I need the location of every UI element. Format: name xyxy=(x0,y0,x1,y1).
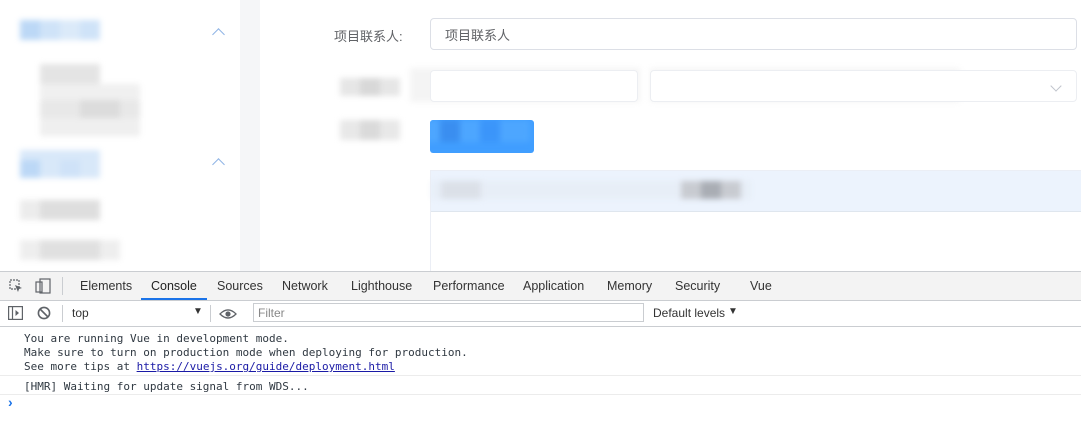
message-divider xyxy=(0,375,1081,376)
log-levels-dropdown[interactable]: Default levels xyxy=(653,306,725,320)
toolbar-divider xyxy=(210,305,211,322)
data-table xyxy=(430,170,1081,271)
tab-network[interactable]: Network xyxy=(282,272,328,300)
tab-elements[interactable]: Elements xyxy=(80,272,132,300)
contact-input-value: 项目联系人 xyxy=(445,27,511,43)
console-message: Make sure to turn on production mode whe… xyxy=(24,346,468,359)
filter-input[interactable]: Filter xyxy=(253,303,644,322)
message-divider xyxy=(0,394,1081,395)
filter-placeholder: Filter xyxy=(258,306,285,320)
tab-memory[interactable]: Memory xyxy=(607,272,652,300)
console-message: [HMR] Waiting for update signal from WDS… xyxy=(24,380,309,393)
toolbar-divider xyxy=(62,305,63,322)
console-message: See more tips at https://vuejs.org/guide… xyxy=(24,360,395,373)
device-toolbar-icon[interactable] xyxy=(35,278,51,294)
sidebar xyxy=(0,0,240,271)
devtools-panel: Elements Console Sources Network Lightho… xyxy=(0,271,1081,442)
chevron-up-icon[interactable] xyxy=(212,28,225,41)
eye-icon[interactable] xyxy=(219,307,237,319)
tab-security[interactable]: Security xyxy=(675,272,720,300)
obscured-select-1[interactable] xyxy=(430,70,638,102)
main-form: 项目联系人: 项目联系人 xyxy=(260,0,1081,271)
toolbar-divider xyxy=(62,277,63,295)
console-toolbar: top ▼ Filter Default levels ▼ xyxy=(0,301,1081,327)
primary-button[interactable] xyxy=(430,120,534,153)
inspect-element-icon[interactable] xyxy=(9,279,23,293)
caret-down-icon[interactable]: ▼ xyxy=(728,306,738,317)
tab-application[interactable]: Application xyxy=(523,272,584,300)
caret-down-icon[interactable]: ▼ xyxy=(193,306,203,317)
deployment-link[interactable]: https://vuejs.org/guide/deployment.html xyxy=(137,360,395,373)
context-selector-value[interactable]: top xyxy=(72,306,89,320)
contact-label: 项目联系人: xyxy=(334,29,403,44)
obscured-select-2[interactable] xyxy=(650,70,1077,102)
console-messages: You are running Vue in development mode.… xyxy=(0,327,1081,442)
show-sidebar-icon[interactable] xyxy=(8,306,24,321)
clear-console-icon[interactable] xyxy=(37,306,51,320)
contact-input[interactable]: 项目联系人 xyxy=(430,18,1077,50)
tab-console[interactable]: Console xyxy=(141,272,207,300)
tab-sources[interactable]: Sources xyxy=(217,272,263,300)
tab-vue[interactable]: Vue xyxy=(750,272,772,300)
table-header xyxy=(431,171,1081,212)
sidebar-divider xyxy=(240,0,260,271)
console-message: You are running Vue in development mode. xyxy=(24,332,289,345)
chevron-down-icon xyxy=(1050,80,1062,92)
console-prompt-icon[interactable]: › xyxy=(8,394,13,410)
tab-lighthouse[interactable]: Lighthouse xyxy=(351,272,412,300)
devtools-tabbar: Elements Console Sources Network Lightho… xyxy=(0,272,1081,301)
console-text: See more tips at xyxy=(24,360,137,373)
chevron-up-icon[interactable] xyxy=(212,158,225,171)
tab-performance[interactable]: Performance xyxy=(433,272,505,300)
